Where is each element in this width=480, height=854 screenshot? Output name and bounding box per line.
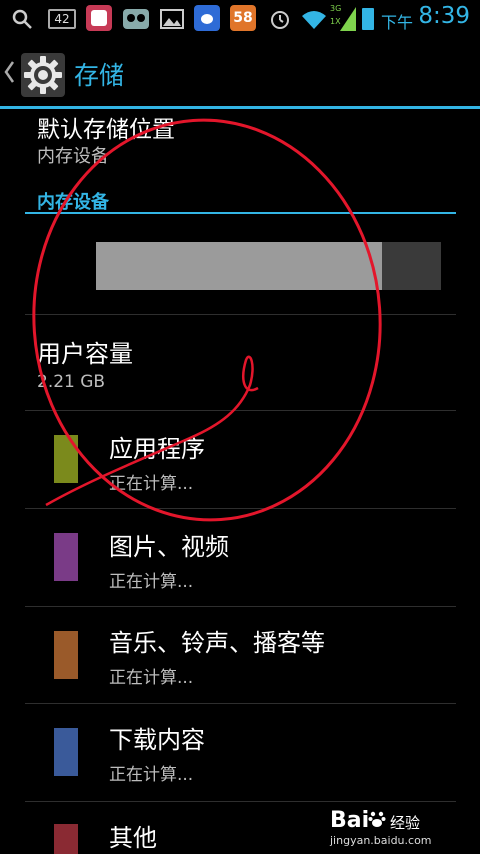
baidu-icon bbox=[194, 5, 220, 31]
capacity-title: 用户容量 bbox=[37, 340, 133, 368]
section-divider bbox=[25, 212, 456, 214]
notification-count-icon: 42 bbox=[48, 9, 76, 29]
color-swatch bbox=[54, 824, 78, 854]
watermark-brand-cn: 经验 bbox=[390, 814, 421, 832]
app-58-icon: 58 bbox=[230, 5, 256, 31]
capacity-value: 2.21 GB bbox=[37, 372, 106, 392]
watermark-brand: Bai bbox=[330, 808, 370, 833]
storage-free-bar bbox=[382, 242, 441, 290]
gallery-icon bbox=[160, 9, 184, 29]
signal-icon: 3G 1X bbox=[330, 4, 356, 31]
paw-icon bbox=[368, 810, 386, 828]
category-row-pictures-videos[interactable]: 图片、视频 正在计算... bbox=[0, 509, 480, 607]
category-status: 正在计算... bbox=[109, 668, 194, 688]
contacts-icon bbox=[123, 9, 149, 29]
page-title: 存储 bbox=[74, 61, 125, 90]
battery-icon bbox=[362, 8, 374, 30]
alarm-icon bbox=[271, 11, 289, 29]
storage-used-bar bbox=[96, 242, 382, 290]
color-swatch bbox=[54, 533, 78, 581]
status-time: 8:39 bbox=[418, 3, 470, 29]
wifi-icon bbox=[302, 11, 326, 29]
category-title: 音乐、铃声、播客等 bbox=[109, 629, 325, 657]
action-bar-divider bbox=[0, 106, 480, 109]
pref-value: 内存设备 bbox=[37, 146, 109, 167]
category-title: 下载内容 bbox=[109, 726, 205, 754]
watermark-url: jingyan.baidu.com bbox=[330, 834, 432, 847]
baidu-jingyan-watermark: Bai 经验 jingyan.baidu.com bbox=[330, 800, 450, 850]
color-swatch bbox=[54, 728, 78, 776]
search-icon bbox=[12, 9, 32, 29]
category-status: 正在计算... bbox=[109, 572, 194, 592]
status-bar: 42 58 3G 1X 下午 8:39 bbox=[0, 0, 480, 38]
back-chevron-icon[interactable] bbox=[3, 58, 15, 86]
category-row-downloads[interactable]: 下载内容 正在计算... bbox=[0, 704, 480, 802]
category-row-apps[interactable]: 应用程序 正在计算... bbox=[0, 411, 480, 509]
category-status: 正在计算... bbox=[109, 765, 194, 785]
gear-icon[interactable] bbox=[20, 52, 66, 98]
color-swatch bbox=[54, 631, 78, 679]
section-header: 内存设备 bbox=[37, 192, 109, 213]
category-row-audio[interactable]: 音乐、铃声、播客等 正在计算... bbox=[0, 607, 480, 705]
category-title: 应用程序 bbox=[109, 435, 205, 463]
action-bar bbox=[0, 38, 480, 108]
category-status: 正在计算... bbox=[109, 474, 194, 494]
pref-title: 默认存储位置 bbox=[37, 117, 175, 143]
color-swatch bbox=[54, 435, 78, 483]
app-notification-icon bbox=[86, 5, 112, 31]
divider bbox=[25, 314, 456, 315]
status-ampm: 下午 bbox=[380, 13, 413, 32]
category-title: 其他 bbox=[109, 824, 157, 852]
category-title: 图片、视频 bbox=[109, 533, 229, 561]
